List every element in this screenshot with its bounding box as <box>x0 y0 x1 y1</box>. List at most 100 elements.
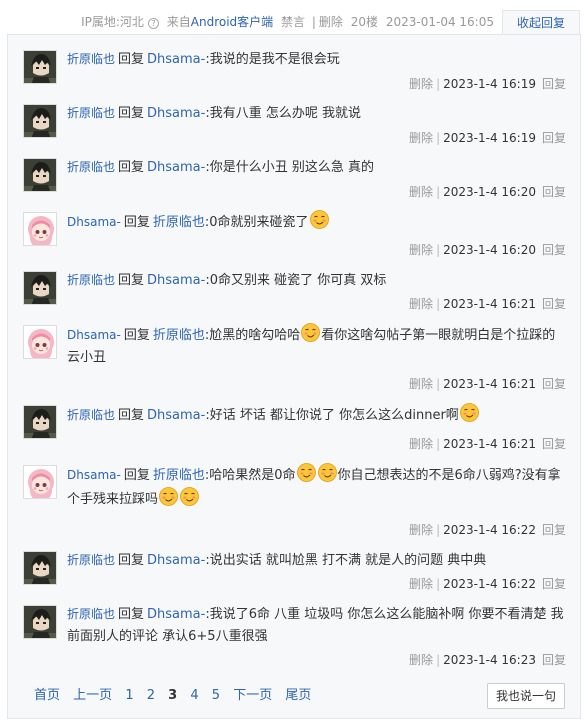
reply-target-link[interactable]: Dhsama- <box>147 106 205 121</box>
reply-word: 回复 <box>118 553 145 568</box>
delete-reply-link[interactable]: 删除 <box>409 653 433 667</box>
reply-author-link[interactable]: 折原临也 <box>67 106 115 120</box>
reply-word: 回复 <box>118 106 145 121</box>
reply-author-link[interactable]: 折原临也 <box>67 408 115 422</box>
reply-meta: 删除 | 2023-1-4 16:21 回复 <box>409 375 566 392</box>
ban-link[interactable]: 禁言 <box>281 15 305 29</box>
reply-action-link[interactable]: 回复 <box>542 243 566 257</box>
page-current: 3 <box>168 688 178 703</box>
reply-text: :说出实话 就叫尬黑 打不满 就是人的问题 典中典 <box>205 553 487 568</box>
say-something-button[interactable]: 我也说一句 <box>487 683 565 709</box>
reply-time: 2023-1-4 16:21 <box>443 437 536 451</box>
smirk-emoji <box>459 403 479 422</box>
page-link-4[interactable]: 4 <box>190 688 198 703</box>
reply-author-link[interactable]: 折原临也 <box>67 52 115 66</box>
separator: | <box>436 377 441 391</box>
delete-reply-link[interactable]: 删除 <box>409 437 433 451</box>
avatar[interactable] <box>23 551 57 585</box>
reply-action-link[interactable]: 回复 <box>542 77 566 91</box>
page-prev-link[interactable]: 上一页 <box>73 688 112 703</box>
reply-time: 2023-1-4 16:22 <box>443 577 536 591</box>
help-icon[interactable]: ? <box>147 18 159 29</box>
delete-reply-link[interactable]: 删除 <box>409 131 433 145</box>
reply-meta: 删除 | 2023-1-4 16:23 回复 <box>409 651 566 668</box>
reply-action-link[interactable]: 回复 <box>542 523 566 537</box>
reply-target-link[interactable]: Dhsama- <box>147 52 205 67</box>
reply-time: 2023-1-4 16:21 <box>443 377 536 391</box>
reply-meta: 删除 | 2023-1-4 16:21 回复 <box>409 435 566 452</box>
reply-text: :哈哈果然是0命 <box>204 468 296 483</box>
pagination: 首页 上一页 1 2 3 4 5 下一页 尾页 <box>34 684 320 703</box>
reply-content: 折原临也 回复 Dhsama-:我说的是我不是很会玩 <box>67 48 566 71</box>
reply-author-link[interactable]: Dhsama- <box>67 328 121 342</box>
reply-content: 折原临也 回复 Dhsama-:我说了6命 八重 垃圾吗 你怎么这么能脑补啊 你要不… <box>67 603 566 648</box>
page-next-link[interactable]: 下一页 <box>233 688 272 703</box>
avatar[interactable] <box>23 465 57 499</box>
reply-target-link[interactable]: 折原临也 <box>153 328 205 343</box>
reply-word: 回复 <box>118 160 145 175</box>
page-link-1[interactable]: 1 <box>125 688 133 703</box>
separator: | <box>436 577 441 591</box>
reply-author-link[interactable]: Dhsama- <box>67 468 121 482</box>
collapse-replies-button[interactable]: 收起回复 <box>502 10 580 34</box>
reply-target-link[interactable]: Dhsama- <box>147 553 205 568</box>
reply-word: 回复 <box>118 52 145 67</box>
reply-action-link[interactable]: 回复 <box>542 185 566 199</box>
reply-author-link[interactable]: 折原临也 <box>67 273 115 287</box>
reply-target-link[interactable]: 折原临也 <box>153 468 205 483</box>
separator: | <box>436 243 441 257</box>
page-link-5[interactable]: 5 <box>212 688 220 703</box>
reply-action-link[interactable]: 回复 <box>542 437 566 451</box>
reply-action-link[interactable]: 回复 <box>542 653 566 667</box>
reply-word: 回复 <box>123 328 150 343</box>
avatar[interactable] <box>23 50 57 84</box>
delete-floor-link[interactable]: 删除 <box>319 15 343 29</box>
reply-target-link[interactable]: 折原临也 <box>153 215 205 230</box>
page-first-link[interactable]: 首页 <box>34 688 60 703</box>
reply-action-link[interactable]: 回复 <box>542 577 566 591</box>
reply-author-link[interactable]: 折原临也 <box>67 553 115 567</box>
delete-reply-link[interactable]: 删除 <box>409 523 433 537</box>
client-link[interactable]: Android客户端 <box>191 15 273 29</box>
delete-reply-link[interactable]: 删除 <box>409 243 433 257</box>
separator: | <box>436 437 441 451</box>
ip-location: IP属地:河北 <box>81 15 144 29</box>
avatar[interactable] <box>23 104 57 138</box>
avatar[interactable] <box>23 212 57 246</box>
reply-target-link[interactable]: Dhsama- <box>147 607 205 622</box>
reply-meta: 删除 | 2023-1-4 16:19 回复 <box>409 75 566 92</box>
reply-author-link[interactable]: 折原临也 <box>67 160 115 174</box>
avatar[interactable] <box>23 271 57 305</box>
avatar[interactable] <box>23 158 57 192</box>
reply-author-link[interactable]: Dhsama- <box>67 215 121 229</box>
smirk-emoji <box>309 210 329 229</box>
reply-action-link[interactable]: 回复 <box>542 297 566 311</box>
reply-time: 2023-1-4 16:19 <box>443 77 536 91</box>
avatar[interactable] <box>23 605 57 639</box>
page-link-2[interactable]: 2 <box>147 688 155 703</box>
reply-text: :0命又别来 碰瓷了 你可真 双标 <box>205 273 387 288</box>
reply-target-link[interactable]: Dhsama- <box>147 160 205 175</box>
reply-target-link[interactable]: Dhsama- <box>147 408 205 423</box>
reply-meta: 删除 | 2023-1-4 16:22 回复 <box>409 521 566 538</box>
page-last-link[interactable]: 尾页 <box>285 688 311 703</box>
delete-reply-link[interactable]: 删除 <box>409 377 433 391</box>
delete-reply-link[interactable]: 删除 <box>409 185 433 199</box>
reply-meta: 删除 | 2023-1-4 16:22 回复 <box>409 575 566 592</box>
from-prefix: 来自 <box>166 15 191 29</box>
avatar[interactable] <box>23 325 57 359</box>
reply-target-link[interactable]: Dhsama- <box>147 273 205 288</box>
separator: | <box>436 77 441 91</box>
delete-reply-link[interactable]: 删除 <box>409 577 433 591</box>
reply-content: 折原临也 回复 Dhsama-:好话 坏话 都让你说了 你怎么这么dinner啊 <box>67 403 566 427</box>
reply-author-link[interactable]: 折原临也 <box>67 607 115 621</box>
reply-action-link[interactable]: 回复 <box>542 377 566 391</box>
avatar[interactable] <box>23 405 57 439</box>
reply-time: 2023-1-4 16:20 <box>443 243 536 257</box>
reply-meta: 删除 | 2023-1-4 16:20 回复 <box>409 241 566 258</box>
delete-reply-link[interactable]: 删除 <box>409 77 433 91</box>
floor-meta-bar: IP属地:河北? 来自Android客户端 禁言 | 删除 20楼 2023-01… <box>0 10 588 34</box>
reply-action-link[interactable]: 回复 <box>542 131 566 145</box>
reply-meta: 删除 | 2023-1-4 16:20 回复 <box>409 183 566 200</box>
delete-reply-link[interactable]: 删除 <box>409 297 433 311</box>
